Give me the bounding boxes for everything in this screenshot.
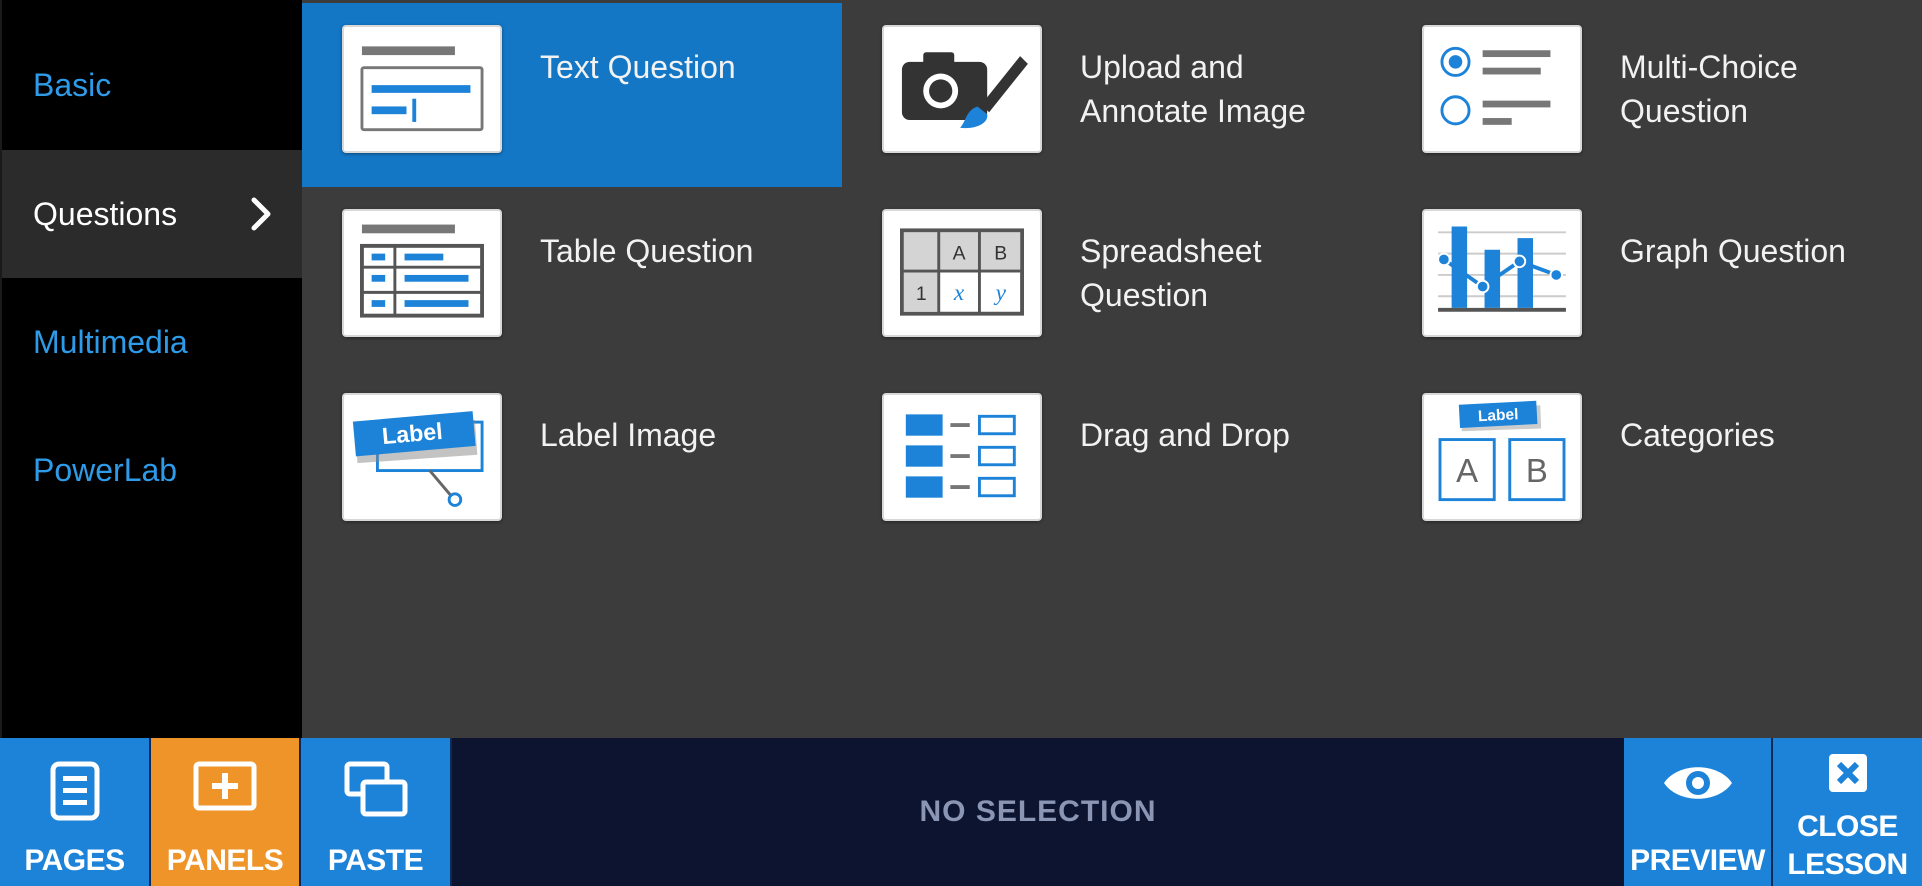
tile-label: Text Question xyxy=(540,49,736,85)
paste-icon xyxy=(344,761,407,817)
selection-status: NO SELECTION xyxy=(919,795,1157,828)
tile-spreadsheet-question[interactable]: A B 1 x y Spreadsheet Question xyxy=(842,187,1382,371)
sidebar-item-label: PowerLab xyxy=(33,451,178,488)
tile-label: Upload and Annotate Image xyxy=(1080,49,1306,129)
cell-b: B xyxy=(994,242,1007,264)
paste-label: PASTE xyxy=(327,844,424,877)
panels-button[interactable]: PANELS xyxy=(151,738,301,886)
category-a: A xyxy=(1456,452,1478,489)
sidebar-item-label: Multimedia xyxy=(33,323,188,360)
drag-drop-icon xyxy=(882,393,1042,521)
close-lesson-button[interactable]: CLOSE LESSON xyxy=(1773,738,1922,886)
add-panel-icon xyxy=(193,761,257,811)
tile-categories[interactable]: Label A B Categories xyxy=(1382,371,1922,555)
sidebar-item-label: Basic xyxy=(33,66,112,103)
tile-upload-annotate-image[interactable]: Upload and Annotate Image xyxy=(842,3,1382,187)
tile-label: Categories xyxy=(1620,417,1775,453)
chevron-right-icon xyxy=(251,197,271,231)
sidebar-item-basic[interactable]: Basic xyxy=(2,21,304,149)
multi-choice-icon xyxy=(1422,25,1582,153)
label-badge-text: Label xyxy=(381,418,444,449)
sidebar-item-multimedia[interactable]: Multimedia xyxy=(2,278,304,406)
spreadsheet-icon: A B 1 x y xyxy=(882,209,1042,337)
tile-table-question[interactable]: Table Question xyxy=(302,187,842,371)
question-type-grid: Text Question Upload and Annotate Image xyxy=(302,0,1922,738)
tile-multi-choice-question[interactable]: Multi-Choice Question xyxy=(1382,3,1922,187)
eye-icon xyxy=(1663,767,1732,799)
camera-brush-icon xyxy=(882,25,1042,153)
sidebar-item-powerlab[interactable]: PowerLab xyxy=(2,406,304,534)
bottom-toolbar: PAGES PANELS PASTE NO SELECTION PREVIEW xyxy=(0,738,1922,886)
tile-label: Graph Question xyxy=(1620,233,1846,269)
panels-label: PANELS xyxy=(166,844,284,877)
preview-button[interactable]: PREVIEW xyxy=(1624,738,1773,886)
tile-label-image[interactable]: Label Label Image xyxy=(302,371,842,555)
category-sidebar: Basic Questions Multimedia PowerLab xyxy=(0,0,304,738)
tile-label: Drag and Drop xyxy=(1080,417,1290,453)
cell-1: 1 xyxy=(916,283,927,305)
tile-text-question[interactable]: Text Question xyxy=(302,3,842,187)
pages-icon xyxy=(50,761,99,821)
cell-y: y xyxy=(994,280,1007,306)
tile-graph-question[interactable]: Graph Question xyxy=(1382,187,1922,371)
close-icon xyxy=(1828,754,1867,792)
sidebar-item-questions[interactable]: Questions xyxy=(2,150,304,278)
graph-icon xyxy=(1422,209,1582,337)
close-lesson-label: CLOSE LESSON xyxy=(1787,810,1908,881)
tile-label: Table Question xyxy=(540,233,754,269)
categories-badge-text: Label xyxy=(1478,406,1519,425)
preview-label: PREVIEW xyxy=(1630,844,1765,877)
cell-x: x xyxy=(953,280,965,306)
pages-label: PAGES xyxy=(24,844,125,877)
tile-label: Multi-Choice Question xyxy=(1620,49,1798,129)
table-question-icon xyxy=(342,209,502,337)
label-image-icon: Label xyxy=(342,393,502,521)
tile-drag-and-drop[interactable]: Drag and Drop xyxy=(842,371,1382,555)
pages-button[interactable]: PAGES xyxy=(0,738,151,886)
tile-label: Spreadsheet Question xyxy=(1080,233,1262,313)
categories-icon: Label A B xyxy=(1422,393,1582,521)
text-question-icon xyxy=(342,25,502,153)
cell-a: A xyxy=(953,242,966,264)
category-b: B xyxy=(1526,452,1548,489)
paste-button[interactable]: PASTE xyxy=(301,738,452,886)
tile-label: Label Image xyxy=(540,417,717,453)
sidebar-item-label: Questions xyxy=(33,195,178,232)
